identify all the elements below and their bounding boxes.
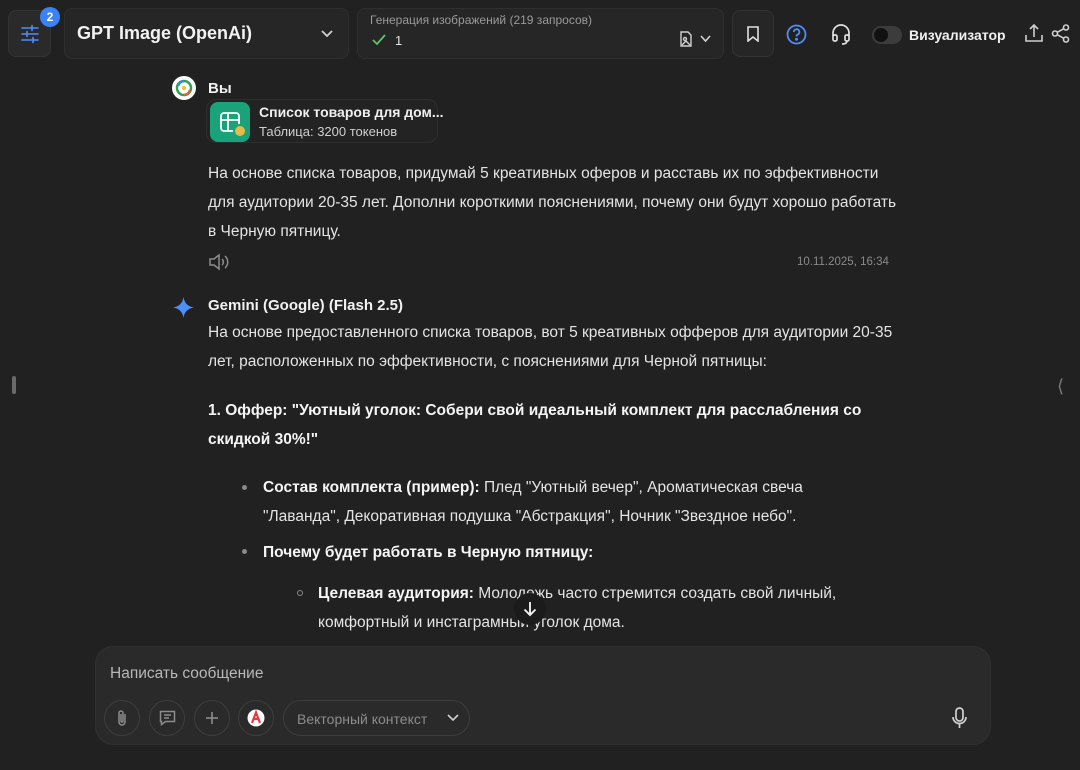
- chevron-down-icon: [447, 714, 459, 722]
- chevron-down-icon: [321, 30, 333, 38]
- vector-context-select[interactable]: Векторный контекст: [283, 700, 470, 736]
- speaker-icon[interactable]: [208, 253, 229, 271]
- list-item: Почему будет работать в Черную пятницу:: [263, 544, 594, 561]
- generation-title: Генерация изображений (219 запросов): [370, 13, 593, 27]
- model-name: GPT Image (OpenAi): [77, 23, 253, 43]
- help-icon[interactable]: [786, 24, 807, 45]
- message-composer: Написать сообщение Векторный контекст: [95, 646, 991, 745]
- item-label: Состав комплекта (пример):: [263, 479, 480, 496]
- user-author: Вы: [208, 80, 232, 97]
- chevron-down-icon: [700, 35, 711, 43]
- visualizer-toggle[interactable]: [872, 26, 902, 44]
- arrow-down-icon: [523, 602, 537, 617]
- user-avatar: [172, 76, 196, 100]
- image-generation-selector[interactable]: Генерация изображений (219 запросов) 1: [357, 8, 724, 59]
- list-item: Состав комплекта (пример): Плед "Уютный …: [263, 473, 863, 531]
- bookmark-icon: [747, 25, 759, 42]
- add-button[interactable]: [194, 700, 230, 736]
- assistant-intro: На основе предоставленного списка товаро…: [208, 324, 893, 370]
- right-panel-handle[interactable]: ⟨: [1057, 376, 1064, 397]
- vector-context-label: Векторный контекст: [297, 711, 428, 727]
- notification-badge: 2: [40, 7, 60, 27]
- headset-icon[interactable]: [831, 24, 851, 45]
- mic-icon[interactable]: [952, 707, 967, 729]
- attach-icon: [118, 710, 126, 726]
- table-attachment[interactable]: Список товаров для дом... Таблица: 3200 …: [206, 99, 444, 143]
- attachment-title: Список товаров для дом...: [259, 104, 444, 120]
- generation-count: 1: [395, 33, 403, 48]
- attach-button[interactable]: [104, 700, 140, 736]
- connect-icon[interactable]: [1051, 24, 1070, 43]
- tool-button[interactable]: [238, 700, 274, 736]
- toggle-knob: [874, 28, 888, 42]
- scroll-down-button[interactable]: [514, 593, 546, 625]
- bullet: [242, 549, 247, 554]
- gemini-star-icon: [173, 297, 194, 318]
- sub-bullet: [297, 590, 303, 596]
- prompt-button[interactable]: [149, 700, 185, 736]
- top-bar: 2 GPT Image (OpenAi) Генерация изображен…: [0, 0, 1080, 64]
- user-logo-icon: [175, 79, 193, 97]
- message-timestamp: 10.11.2025, 16:34: [797, 256, 889, 268]
- sub-item-label: Целевая аудитория:: [318, 585, 474, 602]
- left-panel-handle[interactable]: [12, 376, 16, 394]
- bookmark-button[interactable]: [732, 10, 774, 57]
- sub-list-item: Целевая аудитория: Молодежь часто стреми…: [318, 579, 878, 637]
- check-icon: [372, 34, 386, 46]
- bullet: [242, 485, 247, 490]
- assistant-author: Gemini (Google) (Flash 2.5): [208, 297, 404, 314]
- attachment-subtitle: Таблица: 3200 токенов: [259, 124, 398, 139]
- plus-icon: [206, 712, 218, 724]
- settings-sliders-icon: [20, 24, 39, 43]
- user-message-text: На основе списка товаров, придумай 5 кре…: [208, 165, 897, 240]
- database-icon: [233, 124, 247, 138]
- visualizer-label: Визуализатор: [909, 27, 1006, 43]
- model-select[interactable]: GPT Image (OpenAi): [64, 8, 349, 59]
- share-icon[interactable]: [1025, 24, 1043, 43]
- file-image-icon: [680, 31, 692, 47]
- message-input[interactable]: Написать сообщение: [110, 665, 263, 683]
- prompt-icon: [159, 710, 175, 726]
- tool-logo-icon: [247, 709, 265, 727]
- offer-heading: 1. Оффер: "Уютный уголок: Собери свой ид…: [208, 402, 862, 448]
